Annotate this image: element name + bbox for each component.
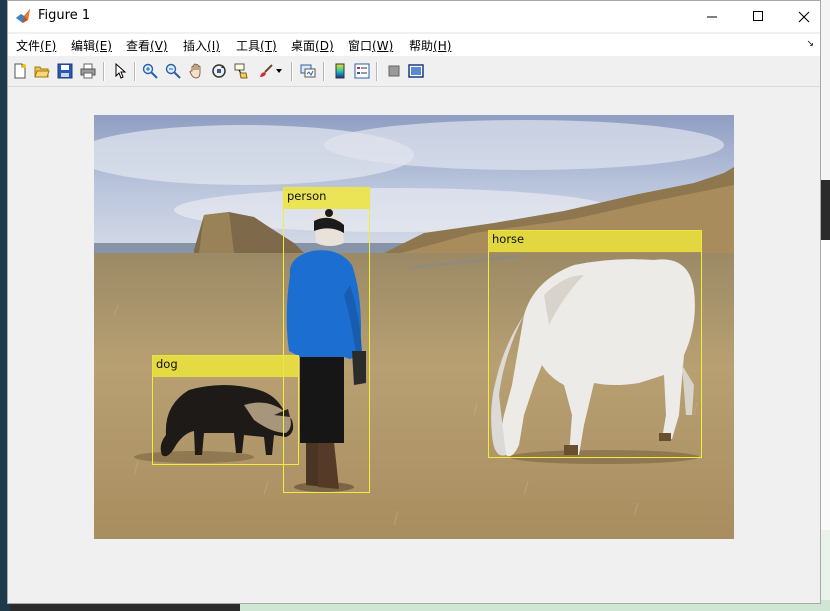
insert-legend-button[interactable] xyxy=(352,61,372,81)
toolbar-separator xyxy=(134,62,135,81)
horse-label: horse xyxy=(488,230,702,252)
maximize-icon xyxy=(752,11,763,21)
menu-edit[interactable]: 编辑(E) xyxy=(71,37,112,54)
dog-label: dog xyxy=(152,355,299,377)
menu-desktop[interactable]: 桌面(D) xyxy=(291,37,334,54)
pan-icon xyxy=(189,63,201,79)
menu-tools[interactable]: 工具(T) xyxy=(236,37,277,54)
edit-plot-button[interactable] xyxy=(110,61,130,81)
menu-insert[interactable]: 插入(I) xyxy=(183,37,220,54)
menu-view[interactable]: 查看(V) xyxy=(126,37,168,54)
hide-plot-tools-button[interactable] xyxy=(384,61,404,81)
minimize-icon xyxy=(706,16,717,18)
new-figure-button[interactable] xyxy=(10,61,30,81)
show-plot-tools-icon xyxy=(408,64,424,78)
save-icon xyxy=(57,63,73,79)
link-plot-icon xyxy=(300,64,316,78)
menu-bar: 文件(F) 编辑(E) 查看(V) 插入(I) 工具(T) 桌面(D) 窗口(W… xyxy=(8,34,820,56)
brush-icon xyxy=(260,64,273,77)
show-plot-tools-button[interactable] xyxy=(406,61,426,81)
link-plot-button[interactable] xyxy=(298,61,318,81)
menu-help[interactable]: 帮助(H) xyxy=(409,37,451,54)
dock-arrow-icon[interactable]: ↘ xyxy=(806,39,814,49)
edit-plot-icon xyxy=(115,63,127,79)
open-file-button[interactable] xyxy=(32,61,52,81)
open-file-icon xyxy=(34,66,50,78)
minimize-button[interactable] xyxy=(689,1,735,32)
data-cursor-button[interactable] xyxy=(232,61,252,81)
print-icon xyxy=(80,63,96,79)
person-label: person xyxy=(283,187,370,209)
save-button[interactable] xyxy=(55,61,75,81)
close-icon xyxy=(798,11,810,22)
insert-legend-icon xyxy=(354,63,370,79)
rotate-3d-icon xyxy=(212,64,226,78)
menu-window[interactable]: 窗口(W) xyxy=(348,37,393,54)
maximize-button[interactable] xyxy=(735,1,781,32)
toolbar-separator xyxy=(323,62,324,81)
figure-toolbar xyxy=(8,58,820,87)
toolbar-separator xyxy=(103,62,104,81)
insert-colorbar-icon xyxy=(335,63,345,79)
close-button[interactable] xyxy=(781,1,827,32)
data-cursor-icon xyxy=(234,63,248,79)
figure-canvas[interactable]: person dog horse xyxy=(8,87,820,603)
zoom-in-button[interactable] xyxy=(140,61,160,81)
new-figure-icon xyxy=(14,63,26,79)
zoom-out-button[interactable] xyxy=(163,61,183,81)
matlab-logo-icon xyxy=(16,9,30,23)
pan-button[interactable] xyxy=(186,61,206,81)
rotate-3d-button[interactable] xyxy=(209,61,229,81)
hide-plot-tools-icon xyxy=(388,65,400,77)
zoom-in-icon xyxy=(142,63,158,79)
brush-dropdown-button[interactable] xyxy=(274,61,284,81)
insert-colorbar-button[interactable] xyxy=(330,61,350,81)
zoom-out-icon xyxy=(165,63,181,79)
toolbar-separator xyxy=(376,62,377,81)
menu-file[interactable]: 文件(F) xyxy=(16,37,56,54)
detection-image[interactable]: person dog horse xyxy=(94,115,734,539)
brush-dropdown-icon xyxy=(276,69,282,73)
window-title: Figure 1 xyxy=(38,8,91,23)
toolbar-separator xyxy=(291,62,292,81)
figure-window: Figure 1 文件(F) 编辑(E) 查看(V) 插入(I) 工具(T) 桌… xyxy=(7,0,821,604)
desktop-background-right xyxy=(820,0,830,611)
title-bar[interactable]: Figure 1 xyxy=(8,1,820,32)
brush-button[interactable] xyxy=(256,61,276,81)
horse-bounding-box xyxy=(488,230,702,458)
print-button[interactable] xyxy=(78,61,98,81)
